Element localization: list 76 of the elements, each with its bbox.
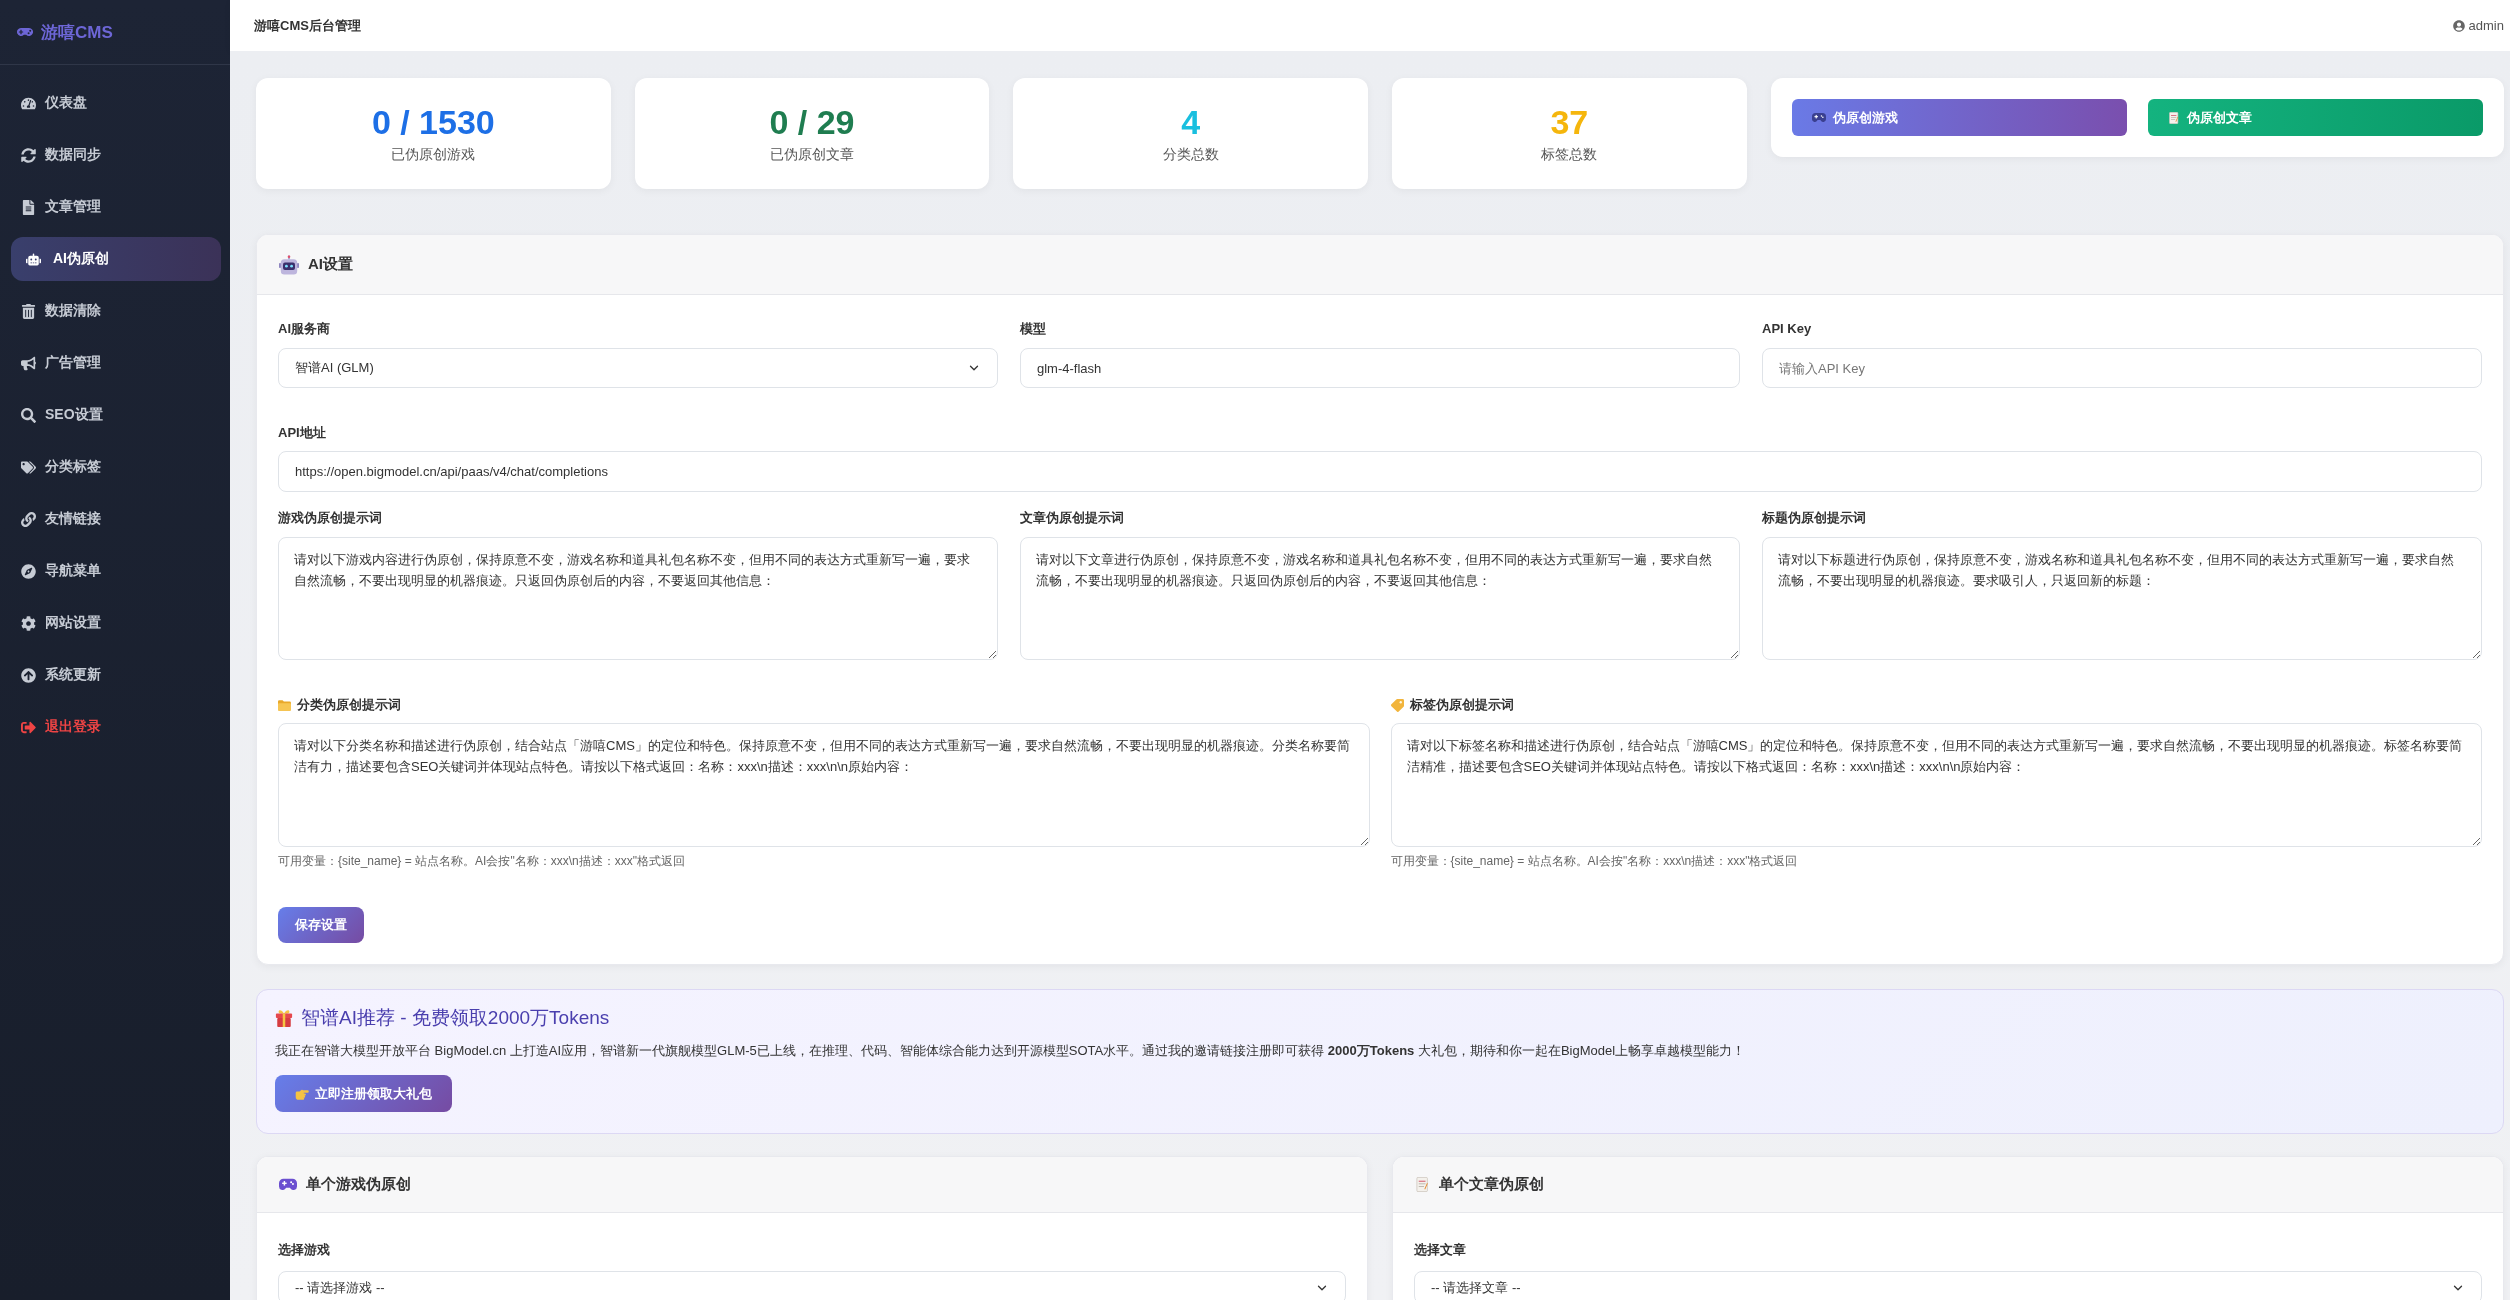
card-title: 单个游戏伪原创 (306, 1175, 411, 1194)
stat-value: 37 (1550, 103, 1589, 142)
sidebar-item[interactable]: AI伪原创 (11, 237, 221, 281)
field-label: 分类伪原创提示词 (297, 696, 401, 714)
stat-label: 标签总数 (1541, 145, 1598, 164)
sidebar-item[interactable]: 广告管理 (11, 341, 221, 385)
save-button[interactable]: 保存设置 (278, 907, 364, 943)
prompt-textarea[interactable]: 请对以下分类名称和描述进行伪原创，结合站点「游嘻CMS」的定位和特色。保持原意不变，但用不同的表达方式重新写一遍，要求自然流畅，不要出现明显的机器痕迹。分类名称要简洁有力，描述要包含SEO关键词并体现站点特色。请按以下格式返回：名称：xxx\n描述：xxx\n\n原始内容： (278, 723, 1370, 847)
settings-icon (21, 615, 36, 631)
hint-text: 可用变量：{site_name} = 站点名称。AI会按"名称：xxx\n描述：xxx"格式返回 (278, 853, 685, 870)
sidebar-item[interactable]: 系统更新 (11, 653, 221, 697)
api-url-input[interactable]: https://open.bigmodel.cn/api/paas/v4/chat/completions (278, 451, 2482, 492)
sidebar-item[interactable]: 分类标签 (11, 445, 221, 489)
sidebar-item[interactable]: SEO设置 (11, 393, 221, 437)
field-label: 标签伪原创提示词 (1409, 696, 1514, 714)
field-label: 选择游戏 (278, 1241, 330, 1259)
memo-icon (2167, 111, 2180, 124)
logo-text: 游嘻CMS (41, 21, 113, 44)
action-button[interactable]: 伪原创游戏 (1791, 99, 2127, 136)
link-icon (21, 511, 36, 527)
item-select[interactable]: -- 请选择文章 -- (1414, 1271, 2482, 1300)
field-label: API地址 (278, 424, 326, 442)
stat-value: 0 / 1530 (371, 103, 495, 142)
gamepad-icon (1811, 110, 1826, 125)
prompt-textarea[interactable]: 请对以下标签名称和描述进行伪原创，结合站点「游嘻CMS」的定位和特色。保持原意不变，但用不同的表达方式重新写一遍，要求自然流畅，不要出现明显的机器痕迹。标签名称要简洁精准，描述要包含SEO关键词并体现站点特色。请按以下格式返回：名称：xxx\n描述：xxx\n\n原始内容： (1390, 723, 2482, 847)
robot-icon (26, 251, 41, 267)
stat-label: 已伪原创游戏 (391, 145, 476, 164)
stat-label: 已伪原创文章 (770, 145, 854, 164)
field-label: 模型 (1020, 320, 1046, 338)
stat-label: 分类总数 (1162, 145, 1219, 164)
promo-text: 我正在智谱大模型开放平台 BigModel.cn 上打造AI应用，智谱新一代旗舰模型GLM-5已上线，在推理、代码、智能体综合能力达到开源模型SOTA水平。通过我的邀请链接注册即可获得 2000万Tokens 大礼包，期待和你一起在BigModel上畅享卓越模型能力！ (275, 1042, 1747, 1060)
megaphone-icon (21, 355, 36, 371)
sidebar-item[interactable]: 数据清除 (11, 289, 221, 333)
logout-icon (21, 719, 36, 735)
register-button[interactable]: 立即注册领取大礼包 (275, 1075, 452, 1112)
tag-icon (1390, 698, 1404, 712)
gift-icon (275, 1009, 293, 1027)
api-key-input[interactable]: 请输入API Key (1762, 348, 2482, 388)
sidebar-item[interactable]: 数据同步 (11, 133, 221, 177)
provider-select[interactable]: 智谱AI (GLM) (278, 348, 998, 388)
card-title: 单个文章伪原创 (1439, 1175, 1544, 1194)
folder-icon (278, 698, 291, 712)
field-label: API Key (1762, 320, 1812, 338)
sidebar-item[interactable]: 导航菜单 (11, 549, 221, 593)
sidebar-item[interactable]: 网站设置 (11, 601, 221, 645)
sidebar-item[interactable]: 退出登录 (11, 705, 221, 749)
sidebar-item[interactable]: 仪表盘 (11, 81, 221, 125)
compass-icon (21, 563, 36, 579)
item-select[interactable]: -- 请选择游戏 -- (278, 1271, 1346, 1300)
prompt-textarea[interactable]: 请对以下文章进行伪原创，保持原意不变，游戏名称和道具礼包名称不变，但用不同的表达方式重新写一遍，要求自然流畅，不要出现明显的机器痕迹。只返回伪原创后的内容，不要返回其他信息： (1020, 537, 1740, 660)
trash-icon (21, 303, 36, 319)
page-title: 游嘻CMS后台管理 (254, 16, 361, 35)
document-icon (21, 199, 36, 215)
sidebar-item[interactable]: 友情链接 (11, 497, 221, 541)
prompt-textarea[interactable]: 请对以下游戏内容进行伪原创，保持原意不变，游戏名称和道具礼包名称不变，但用不同的表达方式重新写一遍，要求自然流畅，不要出现明显的机器痕迹。只返回伪原创后的内容，不要返回其他信息： (278, 537, 998, 660)
gauge-icon (21, 95, 36, 111)
user-icon (2452, 19, 2465, 32)
sync-icon (21, 147, 36, 163)
field-label: 游戏伪原创提示词 (278, 509, 382, 527)
field-label: 选择文章 (1414, 1241, 1466, 1259)
field-label: AI服务商 (278, 320, 330, 338)
stat-value: 4 (1181, 103, 1201, 142)
memo-icon (1415, 1177, 1430, 1192)
field-label: 标题伪原创提示词 (1762, 509, 1866, 527)
search-icon (21, 407, 36, 423)
stat-value: 0 / 29 (769, 103, 855, 142)
robot-icon (279, 254, 299, 275)
promo-title: 智谱AI推荐 - 免费领取2000万Tokens (301, 1006, 610, 1030)
card-title: AI设置 (308, 255, 353, 274)
tags-icon (21, 459, 36, 475)
prompt-textarea[interactable]: 请对以下标题进行伪原创，保持原意不变，游戏名称和道具礼包名称不变，但用不同的表达方式重新写一遍，要求自然流畅，不要出现明显的机器痕迹。要求吸引人，只返回新的标题： (1762, 537, 2482, 660)
field-label: 文章伪原创提示词 (1020, 509, 1124, 527)
hint-text: 可用变量：{site_name} = 站点名称。AI会按"名称：xxx\n描述：xxx"格式返回 (1390, 853, 1798, 870)
user-menu[interactable]: admin (2452, 18, 2504, 33)
model-input[interactable]: glm-4-flash (1020, 348, 1740, 388)
sidebar-item[interactable]: 文章管理 (11, 185, 221, 229)
